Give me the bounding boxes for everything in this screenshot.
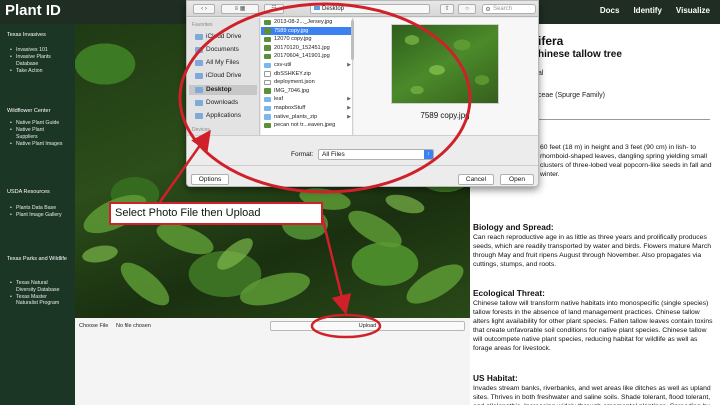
annotation-circle-dialog [178,2,472,194]
instruction-callout: Select Photo File then Upload [109,202,323,225]
annotation-arrow-to-dialog [158,129,211,203]
annotation-overlay [158,2,472,339]
annotation-arrow-to-upload [320,215,352,315]
annotation-circle-upload [310,313,382,339]
